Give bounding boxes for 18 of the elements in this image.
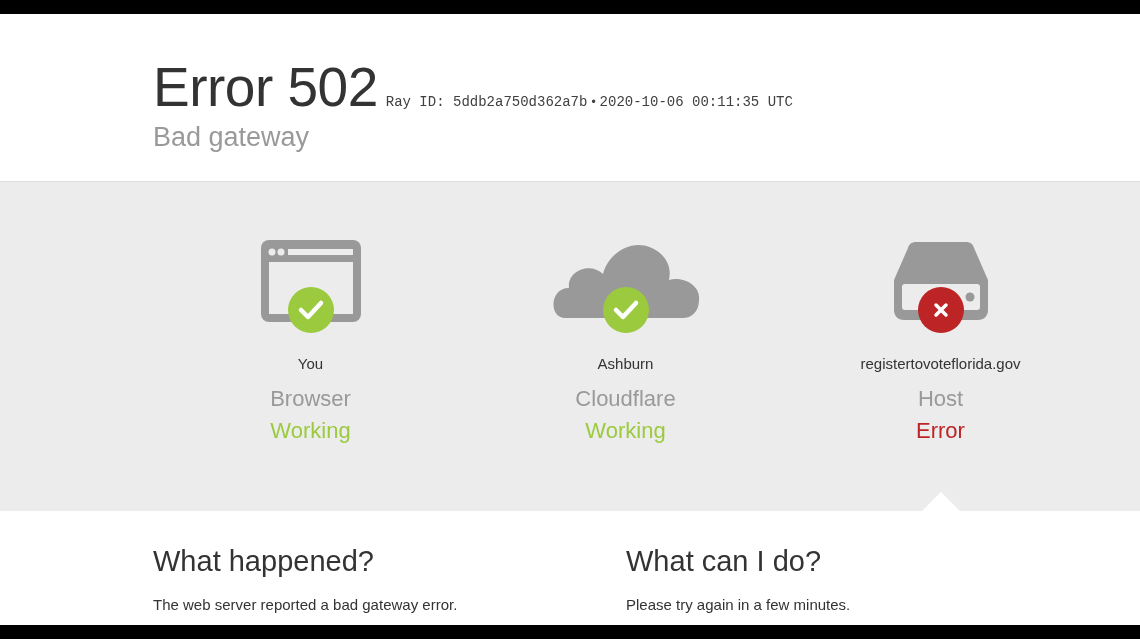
section-text: Please try again in a few minutes. bbox=[626, 596, 852, 613]
status-label: Error bbox=[916, 418, 965, 444]
location-label: registertovoteflorida.gov bbox=[860, 355, 1021, 372]
location-label: You bbox=[297, 355, 324, 372]
step-name: Browser bbox=[270, 386, 351, 412]
ray-id: Ray ID: 5ddb2a750d362a7b bbox=[385, 94, 588, 110]
separator-dot: • bbox=[591, 95, 596, 109]
timestamp: 2020-10-06 00:11:35 UTC bbox=[599, 94, 793, 110]
step-name: Cloudflare bbox=[575, 386, 676, 412]
section-heading: What happened? bbox=[153, 545, 375, 578]
section-heading: What can I do? bbox=[626, 545, 823, 578]
status-label: Working bbox=[585, 418, 666, 444]
error-subtitle: Bad gateway bbox=[153, 122, 311, 153]
status-label: Working bbox=[270, 418, 351, 444]
section-text: The web server reported a bad gateway error. bbox=[153, 596, 459, 613]
error-title: Error 502 bbox=[153, 55, 378, 120]
step-name: Host bbox=[917, 386, 964, 412]
location-label: Ashburn bbox=[597, 355, 654, 372]
